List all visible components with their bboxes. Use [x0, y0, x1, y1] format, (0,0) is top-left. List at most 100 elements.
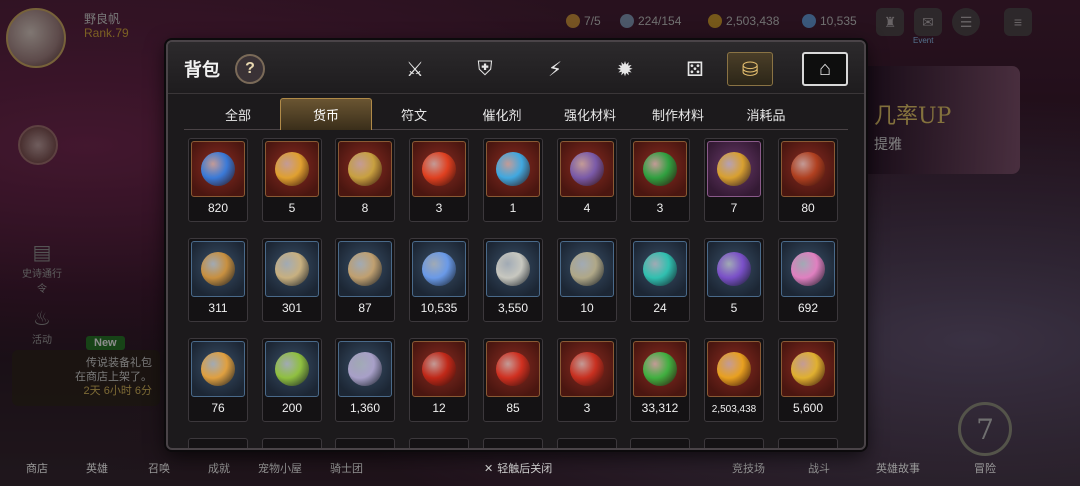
inventory-item-partial[interactable] [335, 438, 395, 448]
clover-charm-icon [643, 152, 677, 186]
item-quantity: 10 [580, 301, 594, 315]
inventory-item-partial[interactable] [409, 438, 469, 448]
inventory-item[interactable]: 33,312 [630, 338, 690, 422]
inventory-item[interactable]: 200 [262, 338, 322, 422]
inventory-item[interactable]: 820 [188, 138, 248, 222]
subtab-3[interactable]: 催化剂 [456, 98, 548, 130]
inventory-item[interactable]: 10,535 [409, 238, 469, 322]
inventory-item[interactable]: 3 [630, 138, 690, 222]
inventory-title: 背包 [184, 60, 220, 80]
inventory-item-partial[interactable] [483, 438, 543, 448]
category-tab-no-shield[interactable]: ⛨ [462, 52, 508, 86]
inventory-item[interactable]: 80 [778, 138, 838, 222]
nav-arena[interactable]: 竞技场 [732, 460, 765, 476]
category-tab-bag[interactable]: ⛁ [727, 52, 773, 86]
subtab-bar: 全部 货币 符文 催化剂 强化材料 制作材料 消耗品 [184, 98, 848, 130]
inventory-item-partial[interactable] [262, 438, 322, 448]
inventory-item[interactable]: 301 [262, 238, 322, 322]
help-button[interactable]: ? [235, 54, 265, 84]
inventory-item[interactable]: 8 [335, 138, 395, 222]
star-shield-icon [348, 352, 382, 386]
nav-hero-story[interactable]: 英雄故事 [876, 460, 920, 476]
nav-guild[interactable]: 骑士团 [330, 460, 363, 476]
inventory-item[interactable]: 2,503,438 [704, 338, 764, 422]
dice-icon: ⚄ [686, 58, 704, 81]
gold-gem-icon [791, 352, 825, 386]
teal-crystal-icon [643, 252, 677, 286]
item-quantity: 3 [435, 201, 443, 215]
category-tab-burst[interactable]: ✹ [602, 52, 648, 86]
green-heart-icon [643, 352, 677, 386]
pink-crystal-cluster-icon [791, 252, 825, 286]
item-quantity: 87 [358, 301, 372, 315]
equipment-icon: ⚔ [406, 58, 424, 81]
inventory-item-partial[interactable] [630, 438, 690, 448]
category-tab-equipment[interactable]: ⚔ [392, 52, 438, 86]
item-frame [338, 241, 392, 297]
inventory-item[interactable]: 1 [483, 138, 543, 222]
inventory-item[interactable]: 311 [188, 238, 248, 322]
item-quantity: 8 [361, 201, 369, 215]
red-bracelet-icon [496, 352, 530, 386]
inventory-item[interactable]: 4 [557, 138, 617, 222]
nav-heroes[interactable]: 英雄 [86, 460, 108, 476]
nav-pet-house[interactable]: 宠物小屋 [258, 460, 302, 476]
inventory-item[interactable]: 85 [483, 338, 543, 422]
burst-icon: ✹ [616, 58, 634, 81]
subtab-1[interactable]: 货币 [280, 98, 372, 130]
beetle-icon [348, 152, 382, 186]
item-quantity: 5,600 [792, 401, 824, 415]
inventory-item[interactable]: 1,360 [335, 338, 395, 422]
nav-achievements[interactable]: 成就 [208, 460, 230, 476]
item-frame [707, 141, 761, 197]
subtab-0[interactable]: 全部 [192, 98, 284, 130]
inventory-item[interactable]: 3 [409, 138, 469, 222]
inventory-item-partial[interactable] [188, 438, 248, 448]
item-quantity: 311 [208, 301, 228, 315]
item-quantity: 2,503,438 [711, 404, 757, 415]
item-frame [412, 341, 466, 397]
red-orb-icon [422, 352, 456, 386]
inventory-item[interactable]: 7 [704, 138, 764, 222]
inventory-item[interactable]: 3 [557, 338, 617, 422]
category-tab-lightning[interactable]: ⚡ [532, 52, 578, 86]
category-tab-dice[interactable]: ⚄ [672, 52, 718, 86]
category-tab-chest[interactable]: ⌂ [802, 52, 848, 86]
inventory-item[interactable]: 3,550 [483, 238, 543, 322]
inventory-item[interactable]: 5 [704, 238, 764, 322]
subtab-4[interactable]: 强化材料 [544, 98, 636, 130]
subtab-6[interactable]: 消耗品 [720, 98, 812, 130]
gold-coin-icon [717, 352, 751, 386]
bottom-nav: 商店 英雄 召唤 成就 宠物小屋 骑士团 ✕ 轻触后关闭 竞技场 战斗 英雄故事 … [0, 458, 1080, 486]
inventory-item[interactable]: 5,600 [778, 338, 838, 422]
inventory-item[interactable]: 12 [409, 338, 469, 422]
inventory-item[interactable]: 76 [188, 338, 248, 422]
crescent-charm-icon [791, 152, 825, 186]
item-frame [191, 341, 245, 397]
inventory-item[interactable]: 10 [557, 238, 617, 322]
item-frame [560, 241, 614, 297]
lightning-icon: ⚡ [547, 58, 563, 81]
inventory-item-partial[interactable] [704, 438, 764, 448]
subtab-5[interactable]: 制作材料 [632, 98, 724, 130]
item-frame [560, 141, 614, 197]
inventory-item[interactable]: 87 [335, 238, 395, 322]
item-quantity: 85 [506, 401, 520, 415]
item-frame [633, 241, 687, 297]
nav-battle[interactable]: 战斗 [808, 460, 830, 476]
tap-to-close-hint[interactable]: ✕ 轻触后关闭 [484, 460, 552, 476]
inventory-item-partial[interactable] [778, 438, 838, 448]
bag-icon: ⛁ [741, 58, 759, 81]
inventory-item[interactable]: 5 [262, 138, 322, 222]
item-frame [633, 141, 687, 197]
nav-adventure[interactable]: 冒险 [974, 460, 996, 476]
nav-summon[interactable]: 召唤 [148, 460, 170, 476]
book-icon [570, 252, 604, 286]
inventory-item-partial[interactable] [557, 438, 617, 448]
inventory-item[interactable]: 692 [778, 238, 838, 322]
subtab-2[interactable]: 符文 [368, 98, 460, 130]
gift-box-icon [717, 152, 751, 186]
nav-shop[interactable]: 商店 [26, 460, 48, 476]
medal-icon [201, 252, 235, 286]
inventory-item[interactable]: 24 [630, 238, 690, 322]
